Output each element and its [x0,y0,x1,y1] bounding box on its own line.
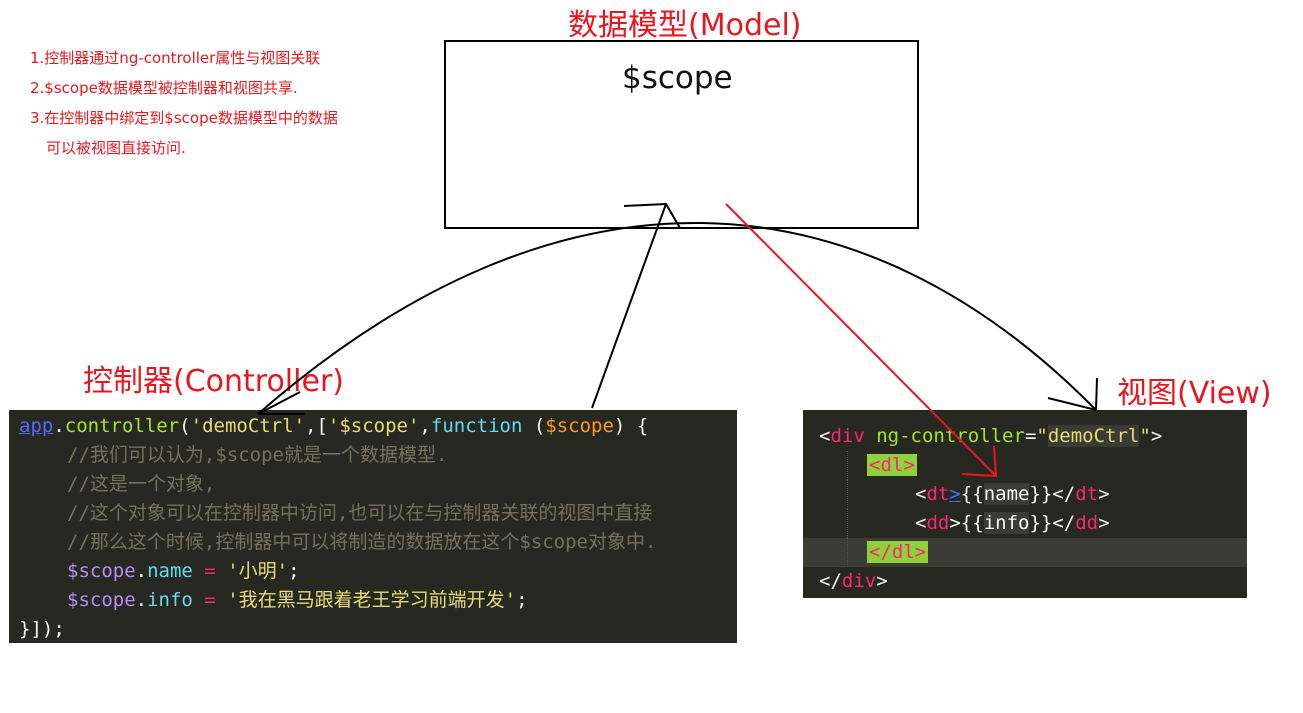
view-line-dt: <dt>{{name}}</dt> [819,480,1247,509]
view-line-dl-close: </dl> [803,538,1247,567]
view-top-spacer [819,410,1247,422]
scope-string: '$scope' [327,415,420,437]
view-line-div-close: </div> [819,570,888,592]
view-line-div-open: <div ng-controller="demoCtrl"> [819,425,1163,447]
code-line-name: $scope.name = '小明'; [67,560,300,582]
controller-code-panel: app.controller('demoCtrl',['$scope',func… [9,410,737,643]
code-line-close: }]); [19,618,65,640]
function-keyword: function [430,415,523,437]
scope-arg: $scope [545,415,614,437]
code-comment-1: //我们可以认为,$scope就是一个数据模型. [67,444,448,466]
note-3: 3.在控制器中绑定到$scope数据模型中的数据 [30,109,338,127]
arch-arrowhead-view [1047,377,1098,412]
indent-guide [847,509,848,538]
code-comment-3: //这个对象可以在控制器中访问,也可以在与控制器关联的视图中直接 [67,502,653,524]
code-comment-2: //这是一个对象, [67,473,216,495]
controller-fn-token: controller [64,415,180,437]
note-2: 2.$scope数据模型被控制器和视图共享. [30,79,298,97]
note-1: 1.控制器通过ng-controller属性与视图关联 [30,49,321,67]
controller-to-model-line [591,203,667,409]
info-expression: info [983,512,1030,534]
model-title: 数据模型(Model) [568,8,802,43]
code-comment-4: //那么这个时候,控制器中可以将制造的数据放在这个$scope对象中. [67,531,657,553]
note-3-continued: 可以被视图直接访问. [46,139,186,157]
code-line-info: $scope.info = '我在黑马跟着老王学习前端开发'; [67,589,528,611]
view-code-panel: <div ng-controller="demoCtrl"> <dl> <dt>… [803,410,1247,598]
indent-guide [847,538,848,567]
name-expression: name [983,483,1030,505]
dl-open-tag: <dl> [867,454,917,476]
app-token: app [19,415,54,437]
notes: 1.控制器通过ng-controller属性与视图关联 2.$scope数据模型… [30,43,338,163]
arch-curve [257,221,1097,415]
view-title: 视图(View) [1117,376,1272,411]
dl-close-tag: </dl> [867,541,929,563]
view-line-dl-open: <dl> [819,451,1247,480]
indent-guide [847,451,848,480]
indent-guide [847,480,848,509]
democtrl-string: 'demoCtrl' [190,415,306,437]
controller-title: 控制器(Controller) [83,364,344,399]
code-line-controller-def: app.controller('demoCtrl',['$scope',func… [19,415,649,437]
view-line-dd: <dd>{{info}}</dd> [819,509,1247,538]
scope-label: $scope [622,60,733,96]
democtrl-attr-value: demoCtrl [1047,425,1140,447]
